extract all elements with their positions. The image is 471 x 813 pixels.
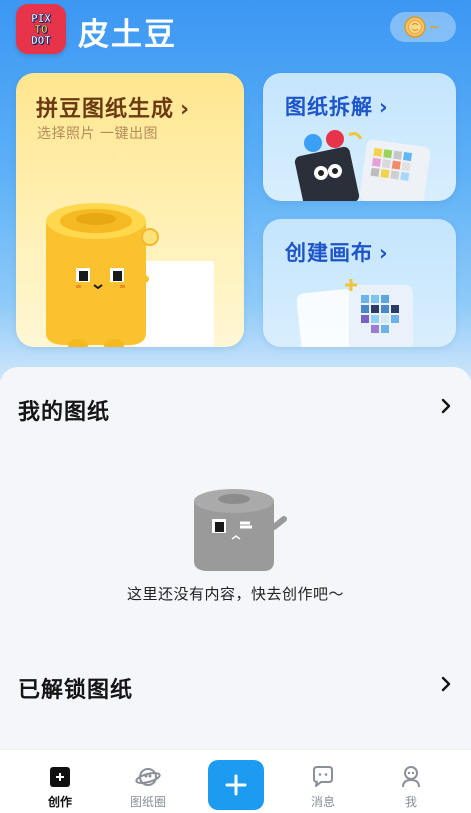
create-icon [50,767,70,787]
coin-count-placeholder [430,26,438,28]
app-header: PIX TO DOT 皮土豆 [0,0,471,60]
canvas-illustration [297,279,413,347]
my-patterns-title: 我的图纸 [18,400,111,425]
profile-icon [402,766,420,788]
chevron-right-icon: › [379,95,389,119]
potato-mascot-illustration [46,203,214,347]
pattern-decompose-card[interactable]: 图纸拆解 › [263,73,456,201]
add-button[interactable] [208,760,264,810]
nav-item-pattern-circle[interactable]: 图纸圈 [113,750,183,813]
app-title: 皮土豆 [78,17,177,53]
plus-icon [225,774,247,796]
create-canvas-card[interactable]: 创建画布 › [263,219,456,347]
unlocked-patterns-title: 已解锁图纸 [18,678,134,703]
nav-item-profile[interactable]: 我 [376,750,446,813]
planet-icon [135,768,161,786]
message-icon [313,766,333,787]
unlocked-patterns-arrow-icon[interactable] [436,674,456,694]
chevron-right-icon: › [180,97,191,122]
card-title: 创建画布 › [285,241,389,265]
pattern-generate-card[interactable]: 拼豆图纸生成 › 选择照片 一键出图 [16,73,244,347]
empty-state-mascot-illustration [194,489,287,571]
card-title: 拼豆图纸生成 › [36,97,191,122]
coin-balance-button[interactable] [390,12,456,42]
card-subtitle: 选择照片 一键出图 [37,126,158,142]
coin-icon [404,16,426,38]
my-patterns-arrow-icon[interactable] [436,396,456,416]
card-title: 图纸拆解 › [285,95,389,119]
nav-item-create[interactable]: 创作 [25,750,95,813]
chevron-right-icon: › [379,241,389,265]
app-logo: PIX TO DOT [16,4,66,54]
nav-item-messages[interactable]: 消息 [288,750,358,813]
empty-state-text: 这里还没有内容，快去创作吧～ [126,585,344,603]
decompose-illustration [294,130,431,201]
